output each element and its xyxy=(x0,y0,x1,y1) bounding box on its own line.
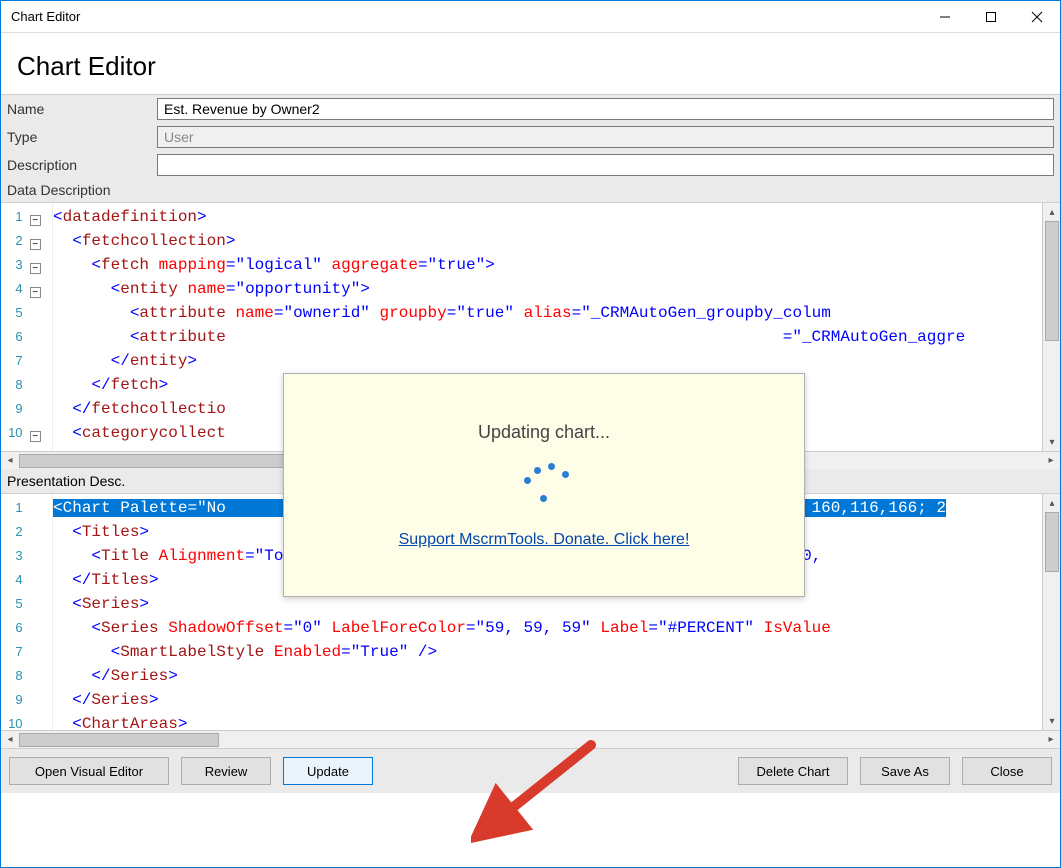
titlebar: Chart Editor xyxy=(1,1,1060,33)
scroll-right-icon[interactable]: ▸ xyxy=(1042,452,1060,470)
type-field xyxy=(157,126,1054,148)
minimize-button[interactable] xyxy=(922,1,968,32)
description-field[interactable] xyxy=(157,154,1054,176)
scroll-down-icon[interactable]: ▾ xyxy=(1043,712,1060,730)
scroll-left-icon[interactable]: ◂ xyxy=(1,452,19,470)
open-visual-editor-button[interactable]: Open Visual Editor xyxy=(9,757,169,785)
close-window-button[interactable] xyxy=(1014,1,1060,32)
maximize-button[interactable] xyxy=(968,1,1014,32)
scroll-up-icon[interactable]: ▴ xyxy=(1043,203,1060,221)
type-label: Type xyxy=(7,129,157,145)
updating-chart-popup: Updating chart... Support MscrmTools. Do… xyxy=(283,373,805,597)
chart-properties-form: Name Type Description Data Description xyxy=(1,94,1060,203)
close-button[interactable]: Close xyxy=(962,757,1052,785)
scroll-down-icon[interactable]: ▾ xyxy=(1043,433,1060,451)
button-bar: Open Visual Editor Review Update Delete … xyxy=(1,748,1060,793)
scroll-left-icon[interactable]: ◂ xyxy=(1,731,19,749)
donate-link[interactable]: Support MscrmTools. Donate. Click here! xyxy=(399,531,690,549)
data-editor-gutter: 12345678910 − − − − − xyxy=(1,203,53,451)
window-title: Chart Editor xyxy=(11,9,80,24)
data-description-label: Data Description xyxy=(7,182,157,198)
name-field[interactable] xyxy=(157,98,1054,120)
minimize-icon xyxy=(939,11,951,23)
name-label: Name xyxy=(7,101,157,117)
save-as-button[interactable]: Save As xyxy=(860,757,950,785)
update-button[interactable]: Update xyxy=(283,757,373,785)
delete-chart-button[interactable]: Delete Chart xyxy=(738,757,848,785)
data-editor-vscroll[interactable]: ▴ ▾ xyxy=(1042,203,1060,451)
close-icon xyxy=(1031,11,1043,23)
page-title: Chart Editor xyxy=(1,33,1060,94)
pres-editor-gutter: 12345678910 xyxy=(1,494,53,730)
popup-message: Updating chart... xyxy=(478,422,610,443)
description-label: Description xyxy=(7,157,157,173)
loading-spinner-icon xyxy=(514,457,574,517)
pres-editor-hscroll[interactable]: ◂ ▸ xyxy=(1,730,1060,748)
scroll-up-icon[interactable]: ▴ xyxy=(1043,494,1060,512)
pres-editor-vscroll[interactable]: ▴ ▾ xyxy=(1042,494,1060,730)
maximize-icon xyxy=(985,11,997,23)
scroll-right-icon[interactable]: ▸ xyxy=(1042,731,1060,749)
review-button[interactable]: Review xyxy=(181,757,271,785)
